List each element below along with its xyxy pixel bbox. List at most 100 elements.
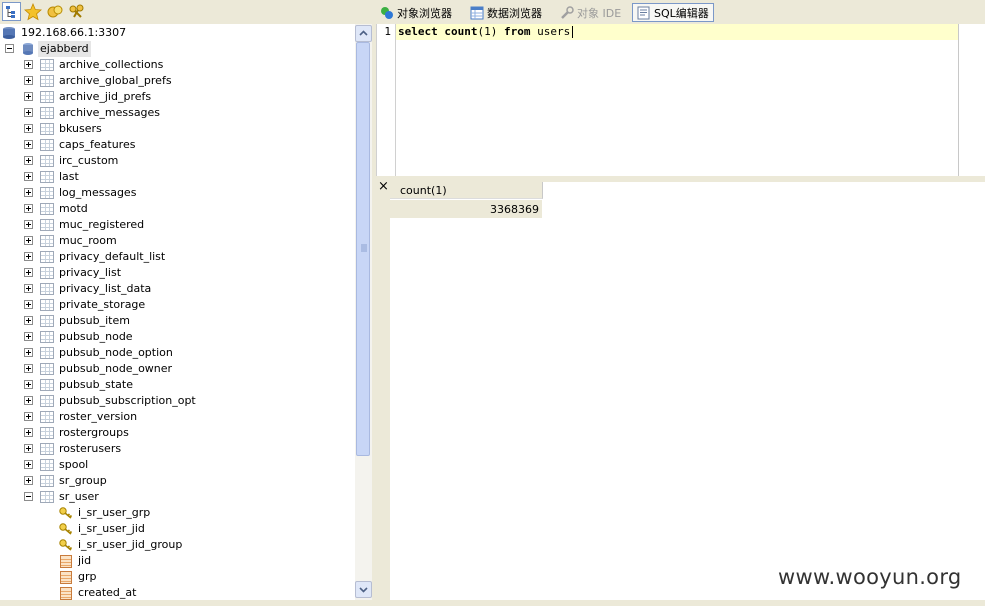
collapse-icon[interactable] [24, 492, 33, 501]
result-cell[interactable]: 3368369 [390, 200, 542, 218]
collapse-icon[interactable] [5, 44, 14, 53]
tree-index-node[interactable]: i_sr_user_grp [0, 505, 330, 521]
tree-table-node[interactable]: last [0, 169, 330, 185]
table-icon [40, 411, 54, 423]
table-icon [40, 459, 54, 471]
expand-icon[interactable] [24, 444, 33, 453]
sql-editor[interactable]: 1 select count(1) from users [376, 24, 985, 176]
table-icon [40, 475, 54, 487]
tree-table-node[interactable]: privacy_list_data [0, 281, 330, 297]
expand-icon[interactable] [24, 412, 33, 421]
expand-icon[interactable] [24, 76, 33, 85]
expand-icon[interactable] [24, 396, 33, 405]
object-tree[interactable]: 192.168.66.1:3307 ejabberd archive_colle… [0, 24, 355, 600]
objects-icon[interactable] [46, 3, 64, 21]
expand-icon[interactable] [24, 204, 33, 213]
tree-table-node[interactable]: caps_features [0, 137, 330, 153]
tree-table-node[interactable]: roster_version [0, 409, 330, 425]
column-header[interactable]: count(1) [390, 182, 543, 199]
expand-icon[interactable] [24, 188, 33, 197]
expand-icon[interactable] [24, 268, 33, 277]
tree-table-node[interactable]: sr_group [0, 473, 330, 489]
expand-icon[interactable] [24, 284, 33, 293]
tree-table-node[interactable]: irc_custom [0, 153, 330, 169]
tree-table-node[interactable]: log_messages [0, 185, 330, 201]
expand-icon[interactable] [24, 364, 33, 373]
tab-object-browser[interactable]: 对象浏览器 [376, 3, 456, 22]
index-label: i_sr_user_jid [78, 522, 145, 535]
tree-table-node[interactable]: pubsub_node_owner [0, 361, 330, 377]
tree-column-node[interactable]: created_at [0, 585, 330, 600]
tree-table-node[interactable]: pubsub_item [0, 313, 330, 329]
expand-icon[interactable] [24, 156, 33, 165]
tree-table-node[interactable]: archive_collections [0, 57, 330, 73]
sql-keyword: from [504, 25, 531, 38]
tree-table-node[interactable]: pubsub_state [0, 377, 330, 393]
expand-icon[interactable] [24, 220, 33, 229]
expand-icon[interactable] [24, 300, 33, 309]
expand-icon[interactable] [24, 60, 33, 69]
expand-icon[interactable] [24, 460, 33, 469]
tab-object-ide[interactable]: 对象 IDE [556, 3, 625, 22]
favorites-star-icon[interactable] [24, 2, 42, 21]
expand-icon[interactable] [24, 108, 33, 117]
tree-table-node[interactable]: muc_room [0, 233, 330, 249]
server-label: 192.168.66.1:3307 [21, 26, 127, 39]
expand-icon[interactable] [24, 476, 33, 485]
expand-icon[interactable] [24, 332, 33, 341]
chevron-up-icon [359, 30, 368, 36]
tree-table-node[interactable]: private_storage [0, 297, 330, 313]
expand-icon[interactable] [24, 92, 33, 101]
tree-table-node[interactable]: archive_global_prefs [0, 73, 330, 89]
expand-icon[interactable] [24, 236, 33, 245]
tree-table-node[interactable]: spool [0, 457, 330, 473]
tab-data-browser[interactable]: 数据浏览器 [466, 3, 546, 22]
expand-icon[interactable] [24, 124, 33, 133]
close-results-icon[interactable]: × [378, 179, 389, 194]
tree-column-node[interactable]: jid [0, 553, 330, 569]
tree-table-node[interactable]: bkusers [0, 121, 330, 137]
tree-table-node[interactable]: pubsub_node_option [0, 345, 330, 361]
tree-table-node[interactable]: rostergroups [0, 425, 330, 441]
tab-label: 对象 IDE [577, 6, 622, 20]
tree-server-node[interactable]: 192.168.66.1:3307 [2, 25, 202, 41]
sql-query-text[interactable]: select count(1) from users [398, 25, 574, 38]
tree-table-node[interactable]: sr_user [0, 489, 330, 505]
tree-scrollbar[interactable] [355, 24, 372, 600]
scroll-down-button[interactable] [355, 581, 372, 598]
column-label: jid [78, 554, 92, 567]
tree-view-icon[interactable] [2, 2, 21, 21]
expand-icon[interactable] [24, 380, 33, 389]
expand-icon[interactable] [24, 140, 33, 149]
table-label: archive_global_prefs [59, 74, 172, 87]
tree-table-node[interactable]: rosterusers [0, 441, 330, 457]
tree-table-node[interactable]: privacy_default_list [0, 249, 330, 265]
table-label: pubsub_item [59, 314, 130, 327]
tree-database-node[interactable]: ejabberd [0, 41, 200, 57]
tree-table-node[interactable]: muc_registered [0, 217, 330, 233]
tree-table-node[interactable]: privacy_list [0, 265, 330, 281]
tree-table-node[interactable]: archive_messages [0, 105, 330, 121]
expand-icon[interactable] [24, 348, 33, 357]
tab-sql-editor[interactable]: SQL编辑器 [632, 3, 714, 22]
expand-icon[interactable] [24, 252, 33, 261]
tree-table-node[interactable]: archive_jid_prefs [0, 89, 330, 105]
expand-icon[interactable] [24, 172, 33, 181]
tree-column-node[interactable]: grp [0, 569, 330, 585]
expand-icon[interactable] [24, 316, 33, 325]
expand-icon[interactable] [24, 428, 33, 437]
column-icon [60, 587, 72, 600]
table-label: spool [59, 458, 89, 471]
scroll-up-button[interactable] [355, 25, 372, 42]
tree-table-node[interactable]: pubsub_node [0, 329, 330, 345]
keys-icon[interactable] [68, 3, 86, 21]
tree-table-node[interactable]: motd [0, 201, 330, 217]
tree-index-node[interactable]: i_sr_user_jid [0, 521, 330, 537]
tree-index-node[interactable]: i_sr_user_jid_group [0, 537, 330, 553]
current-line[interactable]: select count(1) from users [396, 24, 958, 40]
table-label: rostergroups [59, 426, 129, 439]
tree-table-node[interactable]: pubsub_subscription_opt [0, 393, 330, 409]
results-grid[interactable]: count(1) 3368369 [390, 182, 985, 600]
table-icon [40, 315, 54, 327]
scroll-thumb[interactable] [356, 42, 370, 456]
